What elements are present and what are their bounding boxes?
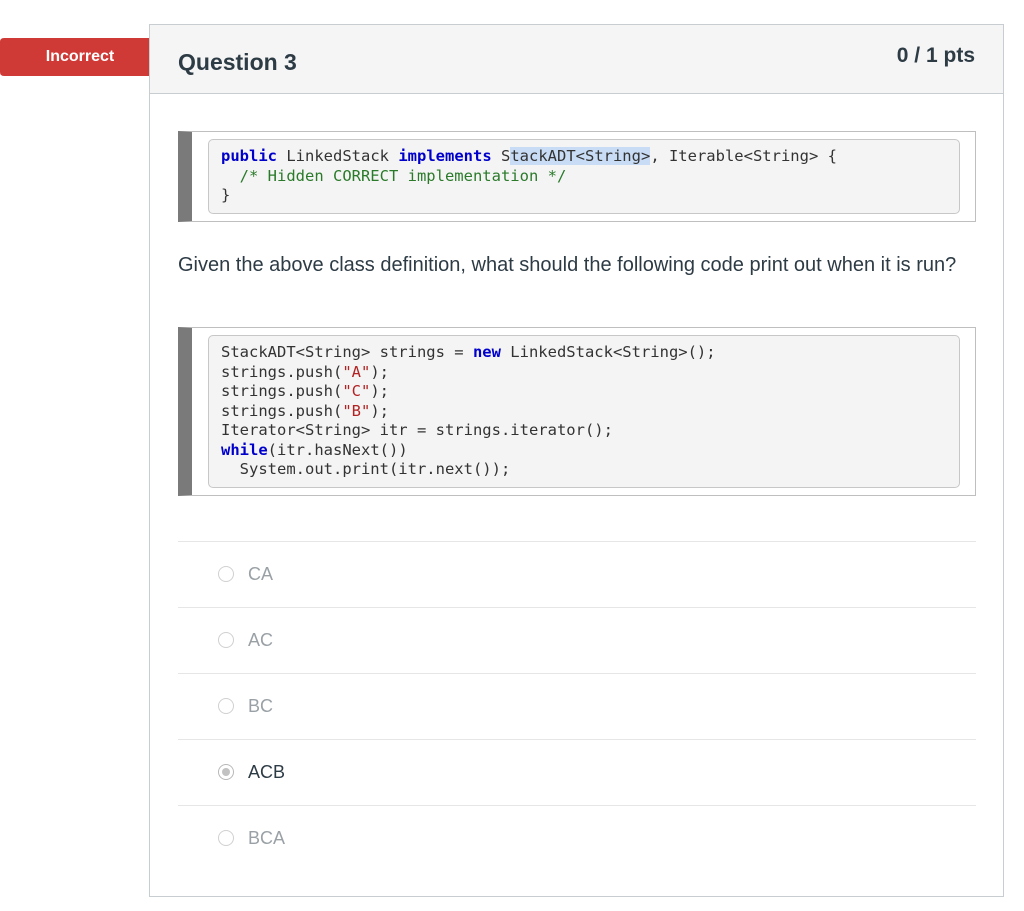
- code-text: , Iterable<String> {: [650, 147, 837, 165]
- answer-option[interactable]: BCA: [178, 805, 976, 871]
- code-comment: /* Hidden CORRECT implementation */: [221, 166, 567, 185]
- code-content: StackADT<String> strings = new LinkedSta…: [208, 335, 960, 488]
- answer-label: CA: [248, 564, 274, 584]
- code-keyword: public: [221, 147, 277, 165]
- code-text: System.out.print(itr.next());: [221, 460, 511, 478]
- code-text: strings.push(: [221, 382, 343, 400]
- question-card: Question 3 0 / 1 pts public LinkedStack …: [149, 24, 1004, 897]
- code-keyword: while: [221, 440, 268, 459]
- code-text: strings.push(: [221, 362, 343, 381]
- question-points: 0 / 1 pts: [896, 44, 975, 67]
- incorrect-flag: Incorrect: [0, 38, 171, 76]
- question-title: Question 3: [178, 49, 297, 75]
- answer-option[interactable]: AC: [178, 607, 976, 673]
- code-content: public LinkedStack implements StackADT<S…: [208, 139, 960, 214]
- code-block-class-definition: public LinkedStack implements StackADT<S…: [178, 131, 976, 222]
- code-string: "A": [342, 362, 371, 381]
- code-text: (itr.hasNext()): [267, 440, 408, 459]
- code-text: );: [370, 382, 389, 400]
- code-text: LinkedStack: [277, 147, 399, 165]
- question-prompt: Given the above class definition, what s…: [178, 254, 957, 276]
- radio-button-selected[interactable]: [218, 764, 234, 780]
- code-string: "B": [342, 401, 371, 420]
- incorrect-label: Incorrect: [45, 48, 115, 65]
- code-string: "C": [342, 382, 371, 400]
- answer-option[interactable]: CA: [178, 541, 976, 607]
- question-header: Question 3 0 / 1 pts: [150, 25, 1003, 94]
- radio-button[interactable]: [218, 698, 234, 714]
- answer-option-selected[interactable]: ACB: [178, 739, 976, 805]
- code-text: S: [491, 147, 511, 165]
- code-selection-highlight: tackADT<String>: [510, 147, 651, 165]
- answer-label: BCA: [248, 828, 286, 848]
- code-keyword: new: [472, 343, 501, 361]
- code-keyword: implements: [398, 147, 492, 165]
- radio-button[interactable]: [218, 632, 234, 648]
- answer-label: ACB: [248, 762, 286, 782]
- code-text: );: [370, 401, 389, 420]
- code-text: Iterator<String> itr = strings.iterator(…: [221, 421, 613, 439]
- code-text: strings.push(: [221, 401, 343, 420]
- answer-option[interactable]: BC: [178, 673, 976, 739]
- code-text: }: [221, 186, 231, 204]
- answer-label: BC: [248, 696, 274, 716]
- code-text: StackADT<String> strings =: [221, 343, 473, 361]
- code-text: );: [370, 362, 389, 381]
- answer-label: AC: [248, 630, 274, 650]
- code-block-usage: StackADT<String> strings = new LinkedSta…: [178, 327, 976, 496]
- code-text: LinkedStack<String>();: [500, 343, 716, 361]
- radio-button[interactable]: [218, 566, 234, 582]
- radio-button[interactable]: [218, 830, 234, 846]
- answer-list: CA AC BC ACB BCA: [178, 541, 976, 871]
